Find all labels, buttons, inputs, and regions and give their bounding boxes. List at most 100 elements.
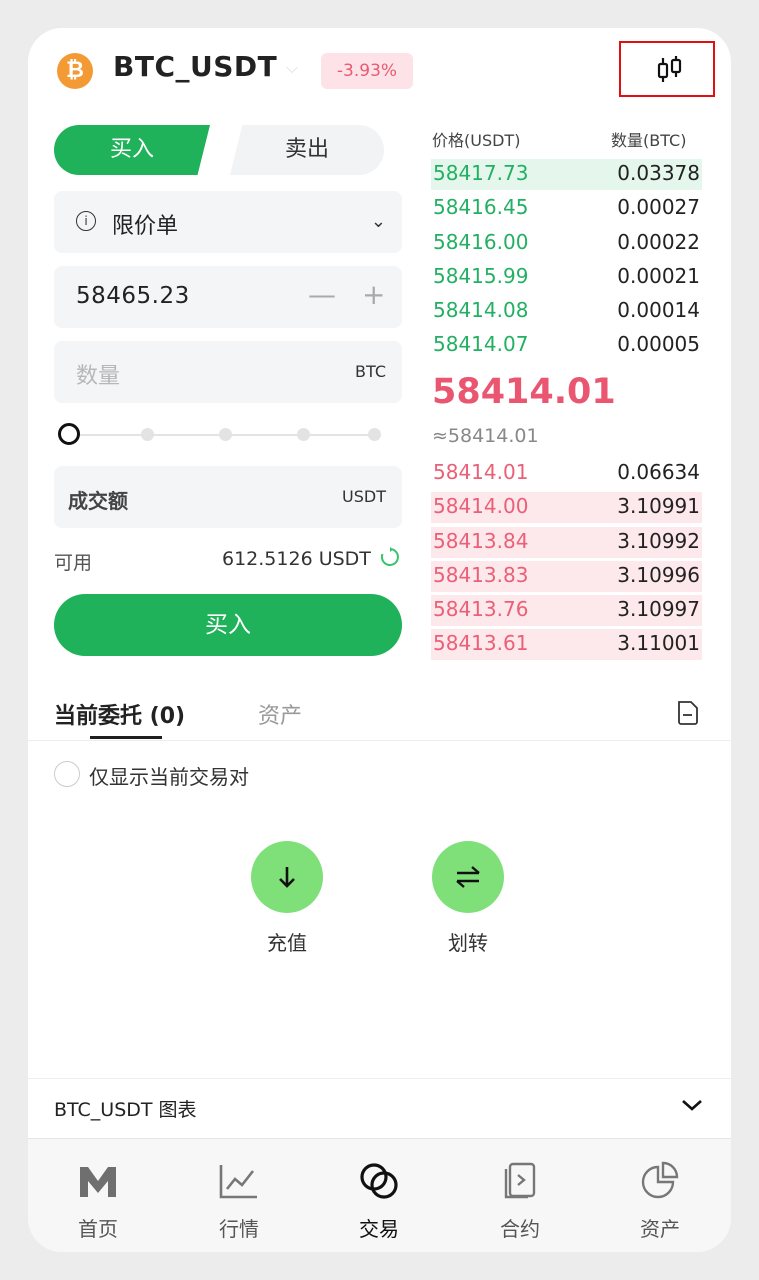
nav-assets[interactable]: 资产 (590, 1139, 730, 1252)
orderbook-price: 58415.99 (433, 263, 529, 288)
orderbook-row[interactable]: 58413.83 3.10996 (431, 559, 702, 593)
order-type-label: 限价单 (112, 214, 179, 239)
price-input[interactable]: 58465.23 — + (54, 266, 402, 328)
orderbook-row[interactable]: 58414.00 3.10991 (431, 490, 702, 524)
orderbook-row[interactable]: 58416.45 0.00027 (431, 191, 702, 225)
nav-market[interactable]: 行情 (169, 1139, 309, 1252)
available-balance: 612.5126 USDT (222, 548, 371, 570)
last-price: 58414.01 (432, 372, 616, 412)
order-type-select[interactable]: i 限价单 ⌄ (54, 191, 402, 253)
orderbook-row[interactable]: 58414.08 0.00014 (431, 294, 702, 328)
orderbook-qty: 0.06634 (617, 460, 700, 484)
kline-chart-button[interactable] (619, 41, 715, 97)
orderbook-qty: 0.00021 (617, 263, 700, 288)
orders-section-tabs: 当前委托 (0) 资产 (28, 688, 731, 741)
orderbook-qty: 3.10991 (617, 494, 700, 519)
orderbook-qty: 3.10996 (617, 562, 700, 587)
last-price-approx: ≈58414.01 (432, 425, 539, 447)
nav-trade[interactable]: 交易 (309, 1139, 449, 1252)
orderbook-row[interactable]: 58414.07 0.00005 (431, 328, 702, 362)
assets-pie-icon (641, 1161, 679, 1199)
orderbook-row[interactable]: 58416.00 0.00022 (431, 226, 702, 260)
orderbook-price: 58416.45 (433, 195, 529, 220)
total-unit: USDT (342, 487, 386, 506)
home-m-icon (80, 1167, 116, 1197)
orderbook-price: 58416.00 (433, 229, 529, 254)
chevron-down-icon[interactable] (680, 1097, 704, 1113)
quantity-placeholder: 数量 (76, 364, 121, 389)
trade-side-tabs: 买入 卖出 (54, 125, 384, 175)
bitcoin-icon: ₿ (57, 53, 93, 89)
total-label: 成交额 (68, 489, 128, 513)
tab-assets[interactable]: 资产 (258, 698, 302, 730)
orderbook-row[interactable]: 58415.99 0.00021 (431, 260, 702, 294)
order-history-icon[interactable] (676, 700, 700, 726)
chart-collapse-bar[interactable]: BTC_USDT 图表 (28, 1078, 731, 1137)
candlestick-chart-icon (657, 56, 682, 82)
contract-doc-icon (504, 1162, 536, 1199)
amount-slider[interactable] (58, 423, 384, 447)
orderbook-qty-header: 数量(BTC) (611, 131, 687, 150)
nav-label: 合约 (500, 1217, 540, 1241)
quantity-input[interactable]: 数量 BTC (54, 341, 402, 403)
tab-sell[interactable]: 卖出 (230, 125, 384, 175)
decrement-button[interactable]: — (308, 278, 336, 311)
tab-current-orders[interactable]: 当前委托 (0) (54, 698, 185, 730)
orderbook-qty: 0.00022 (617, 229, 700, 254)
quantity-unit: BTC (355, 362, 386, 381)
chevron-down-icon[interactable]: ⌵ (286, 58, 300, 77)
orderbook-row[interactable]: 58417.73 0.03378 (431, 157, 702, 191)
nav-label: 行情 (219, 1217, 259, 1241)
active-tab-indicator (90, 736, 162, 739)
total-input[interactable]: 成交额 USDT (54, 466, 402, 528)
slider-step-75[interactable] (297, 428, 310, 441)
orderbook-qty: 0.03378 (617, 161, 700, 185)
orderbook-bids: 58414.01 0.06634 58414.00 3.10991 58413.84 3.… (431, 456, 702, 662)
chart-bar-label: BTC_USDT 图表 (54, 1099, 197, 1121)
price-value[interactable]: 58465.23 (76, 283, 190, 309)
trade-circles-icon (360, 1163, 398, 1199)
orderbook-price: 58414.08 (433, 298, 529, 323)
transfer-button[interactable]: 划转 (423, 841, 513, 956)
orderbook-price: 58413.84 (433, 528, 529, 553)
tab-buy[interactable]: 买入 (54, 125, 210, 175)
checkbox[interactable] (54, 761, 80, 787)
pair-selector[interactable]: BTC_USDT (113, 50, 277, 83)
bottom-nav: 首页 行情 交易 合约 资产 (28, 1138, 731, 1252)
available-label: 可用 (54, 552, 93, 574)
chevron-down-icon: ⌄ (370, 211, 386, 232)
orderbook-price: 58413.83 (433, 562, 529, 587)
slider-step-25[interactable] (141, 428, 154, 441)
orderbook-qty: 0.00027 (617, 195, 700, 220)
orderbook-row[interactable]: 58413.61 3.11001 (431, 627, 702, 661)
refresh-icon[interactable] (380, 547, 400, 567)
arrow-down-icon (279, 867, 295, 888)
orderbook-asks: 58417.73 0.03378 58416.45 0.00027 58416.00 0.… (431, 157, 702, 363)
slider-step-50[interactable] (219, 428, 232, 441)
orderbook-price: 58414.01 (433, 460, 529, 484)
orderbook-price: 58414.00 (433, 494, 529, 519)
increment-button[interactable]: + (362, 278, 385, 311)
orderbook-qty: 3.10992 (617, 528, 700, 553)
orderbook-row[interactable]: 58413.84 3.10992 (431, 525, 702, 559)
slider-handle[interactable] (58, 423, 80, 445)
orderbook-price: 58417.73 (433, 161, 529, 185)
orderbook-row[interactable]: 58414.01 0.06634 (431, 456, 702, 490)
orderbook-qty: 3.10997 (617, 597, 700, 622)
nav-label: 交易 (359, 1217, 399, 1241)
buy-button[interactable]: 买入 (54, 594, 402, 656)
orderbook-qty: 0.00005 (617, 332, 700, 357)
nav-contract[interactable]: 合约 (450, 1139, 590, 1252)
transfer-label: 划转 (448, 931, 488, 955)
deposit-label: 充值 (267, 931, 307, 955)
orderbook-row[interactable]: 58413.76 3.10997 (431, 593, 702, 627)
orderbook-price: 58414.07 (433, 332, 529, 357)
orderbook-qty: 0.00014 (617, 298, 700, 323)
header: ₿ BTC_USDT ⌵ -3.93% (28, 28, 731, 120)
nav-home[interactable]: 首页 (28, 1139, 168, 1252)
app-screen: ₿ BTC_USDT ⌵ -3.93% 买入 卖出 i 限价单 ⌄ 58465.… (28, 28, 731, 1252)
slider-step-100[interactable] (368, 428, 381, 441)
market-chart-icon (219, 1165, 257, 1199)
info-icon[interactable]: i (76, 211, 96, 231)
deposit-button[interactable]: 充值 (242, 841, 332, 956)
